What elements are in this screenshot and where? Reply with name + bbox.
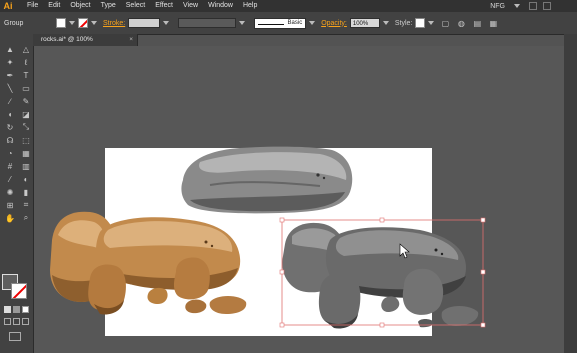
handle-bottom-center[interactable]	[379, 322, 385, 328]
handle-bottom-left[interactable]	[279, 322, 285, 328]
handle-top-right[interactable]	[480, 217, 486, 223]
handle-top-left[interactable]	[279, 217, 285, 223]
handle-middle-left[interactable]	[279, 269, 285, 275]
gray-rock-top[interactable]	[181, 146, 353, 214]
handle-top-center[interactable]	[379, 217, 385, 223]
handle-middle-right[interactable]	[480, 269, 486, 275]
handle-bottom-right[interactable]	[480, 322, 486, 328]
artwork-layer	[50, 146, 486, 336]
